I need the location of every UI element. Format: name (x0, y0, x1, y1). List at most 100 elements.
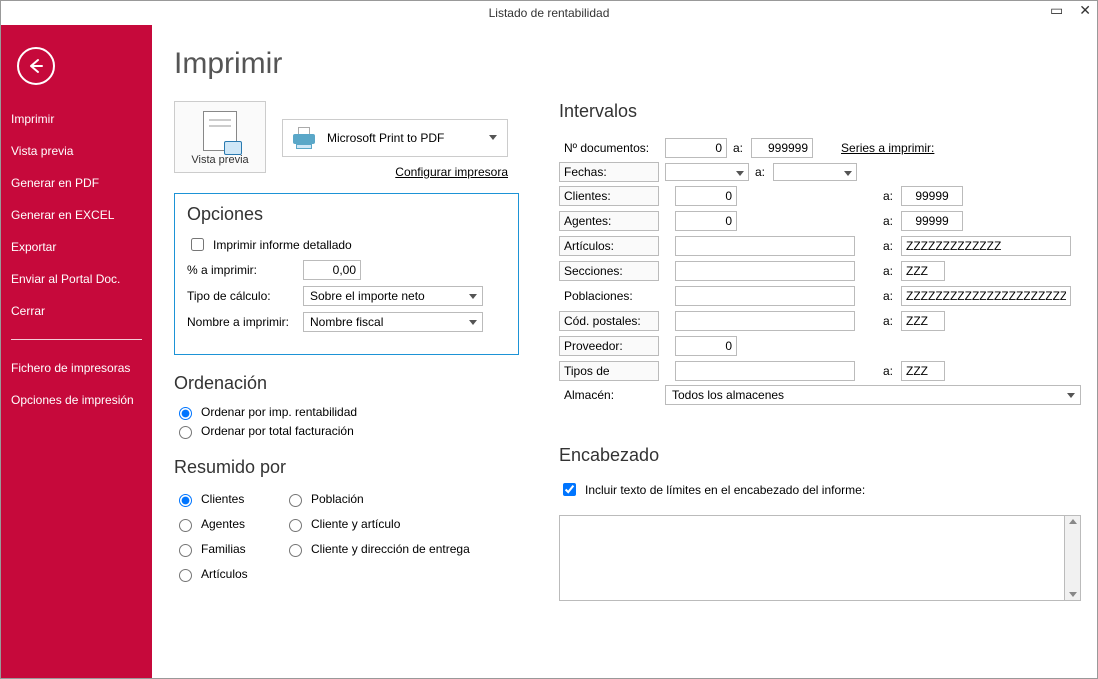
printer-selector[interactable]: Microsoft Print to PDF (282, 119, 508, 157)
a-label: a: (733, 141, 745, 155)
agentes-from-input[interactable] (675, 211, 737, 231)
chevron-down-icon (469, 294, 477, 299)
poblaciones-from-input[interactable] (675, 286, 855, 306)
secciones-from-input[interactable] (675, 261, 855, 281)
sidebar-item-imprimir[interactable]: Imprimir (1, 103, 152, 135)
a-label: a: (875, 289, 895, 303)
sidebar-item-label: Fichero de impresoras (11, 361, 130, 375)
tipo-calculo-value: Sobre el importe neto (310, 289, 425, 303)
clientes-from-input[interactable] (675, 186, 737, 206)
tipos-to-input[interactable] (901, 361, 945, 381)
articulos-label-button[interactable]: Artículos: (559, 236, 659, 256)
sidebar-item-fichero-impresoras[interactable]: Fichero de impresoras (1, 352, 152, 384)
configure-printer-link[interactable]: Configurar impresora (395, 165, 508, 179)
clientes-label-button[interactable]: Clientes: (559, 186, 659, 206)
resumido-articulos-radio[interactable] (179, 569, 192, 582)
tipos-label-button[interactable]: Tipos de (559, 361, 659, 381)
fechas-from-input[interactable] (665, 163, 749, 181)
close-icon[interactable]: ✕ (1079, 3, 1091, 17)
poblaciones-label: Poblaciones: (559, 286, 659, 306)
ndoc-from-input[interactable] (665, 138, 727, 158)
nombre-imprimir-value: Nombre fiscal (310, 315, 383, 329)
cpostales-from-input[interactable] (675, 311, 855, 331)
almacen-value: Todos los almacenes (672, 388, 784, 402)
resumido-familias-label[interactable]: Familias (201, 542, 246, 556)
ordenar-rentabilidad-radio[interactable] (179, 407, 192, 420)
encabezado-title: Encabezado (559, 445, 1081, 466)
chevron-down-icon (1067, 393, 1075, 398)
fechas-to-input[interactable] (773, 163, 857, 181)
ordenar-rentabilidad-label[interactable]: Ordenar por imp. rentabilidad (201, 405, 357, 419)
sidebar-item-label: Cerrar (11, 304, 45, 318)
maximize-icon[interactable]: ▭ (1050, 3, 1063, 17)
resumido-clientes-label[interactable]: Clientes (201, 492, 244, 506)
tipos-from-input[interactable] (675, 361, 855, 381)
nombre-imprimir-select[interactable]: Nombre fiscal (303, 312, 483, 332)
sidebar-item-cerrar[interactable]: Cerrar (1, 295, 152, 327)
cpostales-to-input[interactable] (901, 311, 945, 331)
tipo-calculo-select[interactable]: Sobre el importe neto (303, 286, 483, 306)
sidebar-item-label: Vista previa (11, 144, 73, 158)
ordenar-facturacion-radio[interactable] (179, 426, 192, 439)
secciones-to-input[interactable] (901, 261, 945, 281)
incluir-limites-checkbox[interactable] (563, 483, 576, 496)
proveedor-from-input[interactable] (675, 336, 737, 356)
resumido-poblacion-radio[interactable] (289, 494, 302, 507)
opciones-panel: Opciones Imprimir informe detallado % a … (174, 193, 519, 355)
resumido-agentes-radio[interactable] (179, 519, 192, 532)
resumido-agentes-label[interactable]: Agentes (201, 517, 245, 531)
sidebar-item-exportar[interactable]: Exportar (1, 231, 152, 263)
pct-input[interactable] (303, 260, 361, 280)
detallado-checkbox[interactable] (191, 238, 204, 251)
opciones-title: Opciones (187, 204, 506, 225)
articulos-to-input[interactable] (901, 236, 1071, 256)
ordenacion-title: Ordenación (174, 373, 519, 394)
printer-selected-name: Microsoft Print to PDF (327, 131, 444, 145)
tipo-calculo-label: Tipo de cálculo: (187, 289, 297, 303)
proveedor-label-button[interactable]: Proveedor: (559, 336, 659, 356)
sidebar-item-enviar-portal[interactable]: Enviar al Portal Doc. (1, 263, 152, 295)
intervalos-title: Intervalos (559, 101, 1081, 122)
printer-icon (291, 127, 317, 149)
a-label: a: (875, 189, 895, 203)
encabezado-textarea[interactable] (559, 515, 1065, 601)
scrollbar[interactable] (1065, 515, 1081, 601)
document-preview-icon (203, 111, 237, 151)
sidebar-item-vista-previa[interactable]: Vista previa (1, 135, 152, 167)
resumido-clientes-radio[interactable] (179, 494, 192, 507)
page-title: Imprimir (174, 47, 519, 81)
fechas-label-button[interactable]: Fechas: (559, 162, 659, 182)
detallado-label[interactable]: Imprimir informe detallado (213, 238, 352, 252)
resumido-cliente-articulo-label[interactable]: Cliente y artículo (311, 517, 400, 531)
agentes-label-button[interactable]: Agentes: (559, 211, 659, 231)
resumido-cliente-articulo-radio[interactable] (289, 519, 302, 532)
articulos-from-input[interactable] (675, 236, 855, 256)
agentes-to-input[interactable] (901, 211, 963, 231)
vista-previa-label: Vista previa (191, 154, 248, 166)
ordenar-facturacion-label[interactable]: Ordenar por total facturación (201, 424, 354, 438)
resumido-cliente-direccion-label[interactable]: Cliente y dirección de entrega (311, 542, 470, 556)
sidebar-item-label: Enviar al Portal Doc. (11, 272, 120, 286)
series-imprimir-link[interactable]: Series a imprimir: (841, 141, 934, 155)
sidebar-item-generar-pdf[interactable]: Generar en PDF (1, 167, 152, 199)
poblaciones-to-input[interactable] (901, 286, 1071, 306)
clientes-to-input[interactable] (901, 186, 963, 206)
secciones-label-button[interactable]: Secciones: (559, 261, 659, 281)
cpostales-label-button[interactable]: Cód. postales: (559, 311, 659, 331)
vista-previa-button[interactable]: Vista previa (174, 101, 266, 173)
resumido-poblacion-label[interactable]: Población (311, 492, 364, 506)
sidebar-item-label: Generar en PDF (11, 176, 99, 190)
sidebar-item-opciones-impresion[interactable]: Opciones de impresión (1, 384, 152, 416)
sidebar-item-generar-excel[interactable]: Generar en EXCEL (1, 199, 152, 231)
a-label: a: (875, 214, 895, 228)
incluir-limites-label[interactable]: Incluir texto de límites en el encabezad… (585, 483, 865, 497)
resumido-cliente-direccion-radio[interactable] (289, 544, 302, 557)
resumido-familias-radio[interactable] (179, 544, 192, 557)
title-bar: Listado de rentabilidad ▭ ✕ (1, 1, 1097, 25)
back-button[interactable] (17, 47, 55, 85)
resumido-articulos-label[interactable]: Artículos (201, 567, 248, 581)
ndoc-to-input[interactable] (751, 138, 813, 158)
sidebar-item-label: Generar en EXCEL (11, 208, 114, 222)
sidebar-item-label: Imprimir (11, 112, 54, 126)
almacen-select[interactable]: Todos los almacenes (665, 385, 1081, 405)
